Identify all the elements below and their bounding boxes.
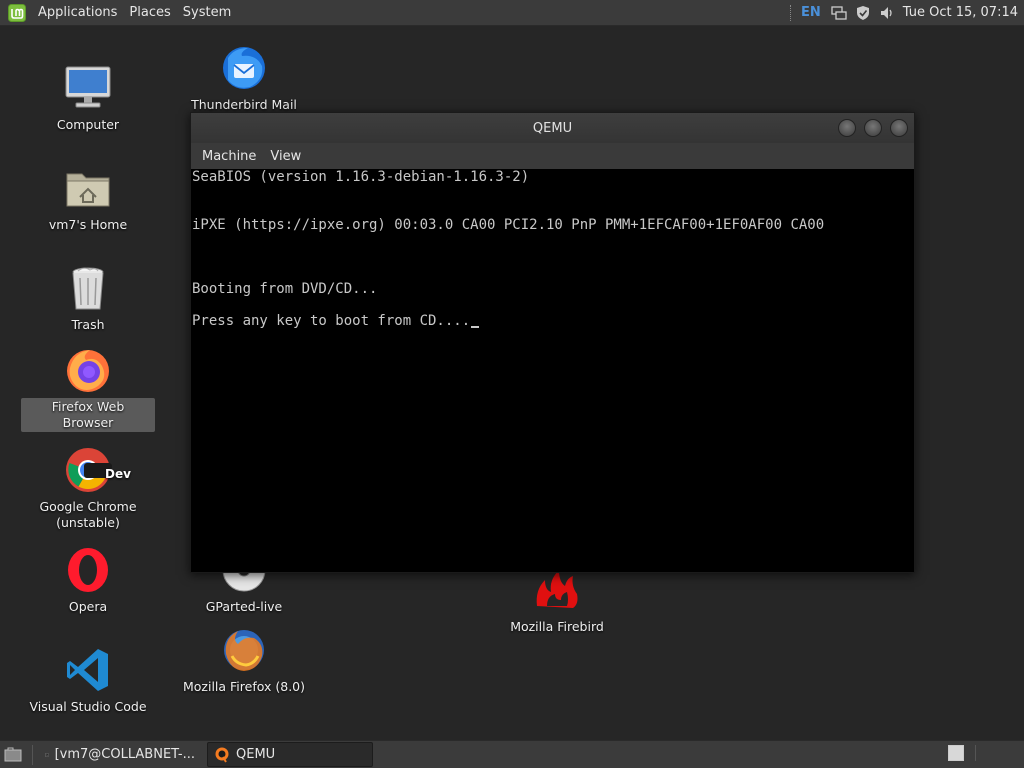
menu-machine[interactable]: Machine bbox=[195, 149, 263, 164]
menu-applications[interactable]: Applications bbox=[32, 5, 123, 20]
firefox-icon bbox=[67, 350, 109, 392]
desktop-icon-label: Computer bbox=[56, 117, 120, 132]
qemu-window[interactable]: QEMU Machine View SeaBIOS (version 1.16.… bbox=[190, 112, 915, 573]
desktop-icon-thunderbird[interactable]: Thunderbird Mail bbox=[177, 44, 311, 114]
qemu-console-screen[interactable]: SeaBIOS (version 1.16.3-debian-1.16.3-2)… bbox=[191, 169, 914, 572]
desktop-icon-label: Mozilla Firefox (8.0) bbox=[182, 679, 306, 694]
terminal-icon bbox=[45, 752, 49, 757]
maximize-button[interactable] bbox=[864, 119, 882, 137]
volume-icon[interactable] bbox=[879, 5, 895, 21]
vscode-icon bbox=[67, 649, 108, 691]
qemu-icon bbox=[215, 747, 229, 763]
desktop-icon-computer[interactable]: Computer bbox=[21, 64, 155, 134]
panel-separator bbox=[790, 4, 793, 21]
desktop-icon-label: Opera bbox=[68, 599, 108, 614]
console-line-prompt: Press any key to boot from CD.... bbox=[192, 313, 480, 329]
menu-system[interactable]: System bbox=[177, 5, 237, 20]
desktop-icon-label: Trash bbox=[71, 317, 105, 332]
desktop-icon-label: Google Chrome (unstable) bbox=[39, 499, 137, 530]
system-tray: EN Tue Oct 15, 07:14 bbox=[790, 0, 1024, 25]
taskbar-item-terminal[interactable]: [vm7@COLLABNET-... bbox=[39, 743, 201, 766]
firefox-old-icon bbox=[224, 630, 264, 671]
taskbar-item-label: QEMU bbox=[236, 747, 276, 762]
taskbar-item-qemu[interactable]: QEMU bbox=[207, 742, 373, 767]
desktop-icon-chrome-dev[interactable]: Dev Google Chrome (unstable) bbox=[21, 446, 155, 532]
desktop-icon-label: Mozilla Firebird bbox=[510, 619, 604, 634]
menu-places[interactable]: Places bbox=[123, 5, 176, 20]
qemu-menubar: Machine View bbox=[191, 143, 914, 169]
qemu-titlebar[interactable]: QEMU bbox=[191, 113, 914, 143]
home-folder-icon bbox=[66, 173, 110, 207]
keyboard-layout-indicator[interactable]: EN bbox=[801, 5, 821, 20]
desktop-icon-firebird[interactable]: Mozilla Firebird bbox=[490, 566, 624, 636]
desktop-icon-label: vm7's Home bbox=[48, 217, 128, 232]
console-line: Booting from DVD/CD... bbox=[192, 281, 378, 297]
text-cursor bbox=[471, 326, 480, 328]
workspace-switcher-2[interactable] bbox=[975, 745, 1000, 761]
desktop-icon-label: GParted-live bbox=[205, 599, 283, 614]
computer-icon bbox=[65, 66, 111, 108]
desktop-icon-opera[interactable]: Opera bbox=[21, 546, 155, 616]
console-line: iPXE (https://ipxe.org) 00:03.0 CA00 PCI… bbox=[192, 217, 825, 233]
desktop-icon-firefox[interactable]: Firefox Web Browser bbox=[21, 346, 155, 432]
trash-icon bbox=[72, 267, 104, 310]
clock[interactable]: Tue Oct 15, 07:14 bbox=[903, 5, 1018, 20]
show-desktop-icon bbox=[4, 747, 22, 761]
opera-icon bbox=[68, 548, 108, 592]
window-controls bbox=[838, 119, 908, 137]
console-prompt-text: Press any key to boot from CD.... bbox=[192, 313, 471, 329]
bottom-panel: [vm7@COLLABNET-... QEMU bbox=[0, 740, 1024, 768]
firebird-icon bbox=[536, 570, 578, 608]
show-desktop-button[interactable] bbox=[0, 743, 26, 766]
console-line: SeaBIOS (version 1.16.3-debian-1.16.3-2) bbox=[192, 169, 530, 185]
dev-badge-text: Dev bbox=[105, 467, 131, 481]
desktop-icon-label: Visual Studio Code bbox=[29, 699, 147, 714]
desktop-icon-firefox-old[interactable]: Mozilla Firefox (8.0) bbox=[177, 626, 311, 696]
thunderbird-icon bbox=[223, 47, 265, 89]
menu-view[interactable]: View bbox=[263, 149, 308, 164]
minimize-button[interactable] bbox=[838, 119, 856, 137]
desktop-icon-vscode[interactable]: Visual Studio Code bbox=[21, 646, 155, 716]
desktop-icon-label: Firefox Web Browser bbox=[21, 398, 155, 432]
desktop-icon-trash[interactable]: Trash bbox=[21, 264, 155, 334]
workspace-switcher[interactable] bbox=[948, 745, 964, 761]
taskbar-item-label: [vm7@COLLABNET-... bbox=[54, 747, 195, 762]
panel-separator bbox=[32, 744, 33, 765]
top-panel: Applications Places System EN Tue Oct 15… bbox=[0, 0, 1024, 26]
network-icon[interactable] bbox=[831, 5, 847, 21]
qemu-window-title: QEMU bbox=[532, 120, 573, 136]
desktop-icon-home[interactable]: vm7's Home bbox=[21, 164, 155, 234]
shield-icon[interactable] bbox=[855, 5, 871, 21]
mint-menu-icon[interactable] bbox=[8, 3, 26, 22]
close-button[interactable] bbox=[890, 119, 908, 137]
